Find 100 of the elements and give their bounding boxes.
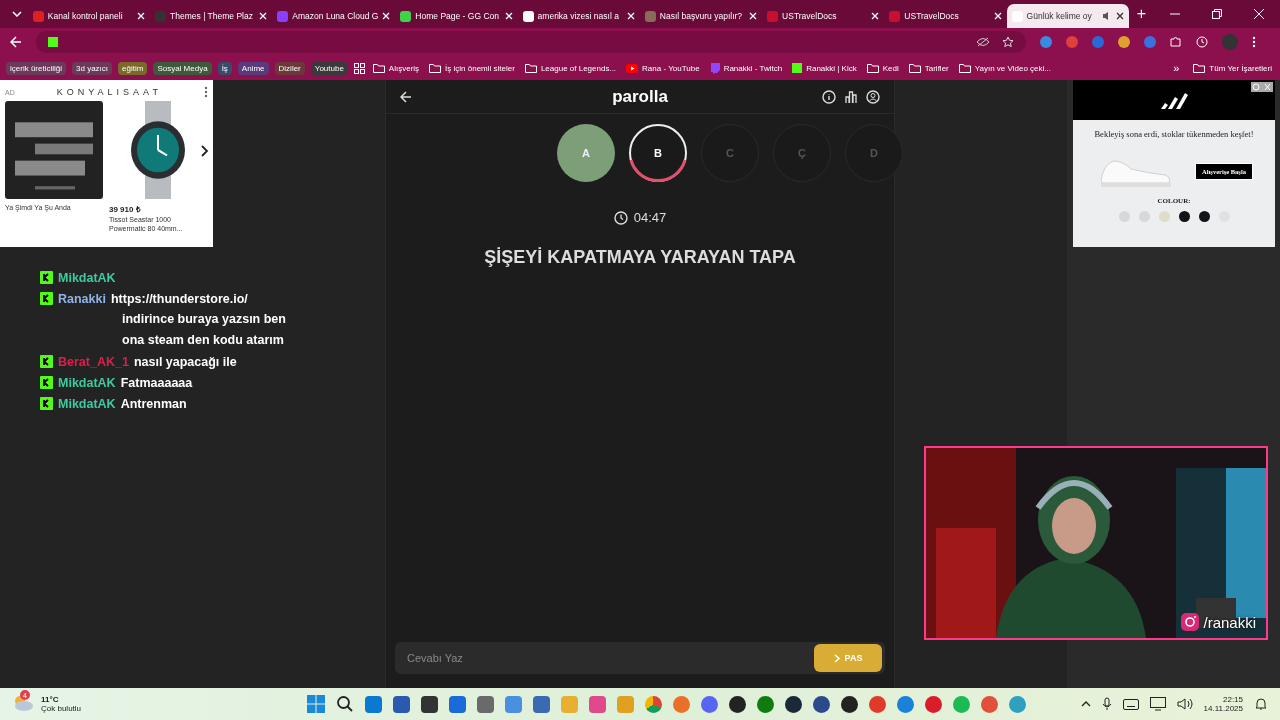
chat-message: indirince buraya yazsın ben xyxy=(122,311,287,328)
app-icon[interactable] xyxy=(728,695,746,713)
extension-icon[interactable] xyxy=(1040,36,1052,48)
extension-icon[interactable] xyxy=(1118,36,1130,48)
play-icon xyxy=(626,63,639,73)
badge-icon xyxy=(40,271,53,284)
history-icon[interactable] xyxy=(1196,36,1208,48)
back-icon[interactable] xyxy=(400,90,412,103)
bookmark-chip[interactable]: İş xyxy=(217,61,232,75)
letter-circle: B xyxy=(629,124,687,182)
bookmark[interactable]: League of Legends... xyxy=(522,63,619,73)
menu-icon[interactable] xyxy=(1252,36,1256,48)
site-icon xyxy=(400,10,412,22)
info-icon[interactable] xyxy=(822,89,836,104)
site-icon xyxy=(155,10,167,22)
site-icon xyxy=(277,10,289,22)
chat-username: MikdatAK xyxy=(58,270,116,285)
close-icon[interactable] xyxy=(1115,12,1124,20)
browser-tab[interactable]: Amazon Luna Cloud G xyxy=(272,4,396,28)
windows-logo-icon[interactable] xyxy=(306,695,325,713)
letter-circle: D xyxy=(845,124,903,182)
chat-message: https://thunderstore.io/ xyxy=(110,291,248,306)
speech-bubble-icon xyxy=(709,62,720,74)
apps-grid-icon[interactable] xyxy=(353,62,365,74)
weather-icon[interactable] xyxy=(12,694,34,712)
browser-tab[interactable]: Günlük kelime oy xyxy=(1006,4,1129,28)
colour-swatch[interactable] xyxy=(1158,211,1170,222)
bookmark[interactable]: Yayın ve Video çeki... xyxy=(956,63,1053,73)
more-icon[interactable] xyxy=(204,86,208,98)
bookmark-chip[interactable]: Anime xyxy=(237,61,269,75)
browser-tab[interactable]: Home Page - GG Con xyxy=(395,4,518,28)
letter-circle: Ç xyxy=(773,124,831,182)
browser-tab[interactable]: Kanal kontrol paneli xyxy=(27,4,151,28)
colour-swatch[interactable] xyxy=(1178,211,1190,222)
question-text: ŞİŞEYİ KAPATMAYA YARAYAN TAPA xyxy=(484,247,796,268)
app-icon[interactable] xyxy=(840,695,858,713)
bookmark[interactable]: Ranakki | Kick xyxy=(790,63,859,73)
bookmark-chip[interactable]: Diziler xyxy=(274,61,305,75)
bookmark-chip[interactable]: Youtube xyxy=(310,61,348,75)
bookmark[interactable]: Alışveriş xyxy=(370,63,422,73)
user-icon[interactable] xyxy=(866,89,880,104)
microphone-icon[interactable] xyxy=(1101,697,1112,711)
browser-tab[interactable]: Nasıl başvuru yapılır? xyxy=(639,4,763,28)
timer-text: 04:47 xyxy=(633,210,667,225)
bell-icon[interactable] xyxy=(1254,697,1268,711)
eye-off-icon[interactable] xyxy=(976,37,990,47)
chevron-icon xyxy=(833,653,841,663)
keyboard-icon[interactable] xyxy=(1122,698,1139,710)
social-handle: /ranakki xyxy=(1203,613,1256,631)
star-icon[interactable] xyxy=(1002,36,1014,48)
site-icon xyxy=(767,10,779,22)
all-bookmarks-folder[interactable]: Tüm Yer İşaretleri xyxy=(1191,63,1274,73)
bookmark[interactable]: Rana - YouTube xyxy=(624,63,702,73)
site-icon xyxy=(522,10,534,22)
badge-icon xyxy=(40,292,53,305)
letter-circle: C xyxy=(701,124,759,182)
site-icon xyxy=(889,10,901,22)
folder-icon xyxy=(429,63,442,73)
letter-circle: A xyxy=(557,124,615,182)
app-title: parolla xyxy=(612,86,668,107)
chat-message: Fatmaaaaaa xyxy=(120,375,193,390)
restore-icon[interactable] xyxy=(1212,9,1223,19)
chat-username: Berat_AK_1 xyxy=(58,354,129,369)
browser-tab[interactable]: USTravelDocs xyxy=(884,4,1007,28)
caret-icon[interactable] xyxy=(1080,701,1091,707)
clock[interactable]: 22:15 14.11.2025 xyxy=(1203,695,1243,713)
more-bookmarks-button[interactable]: » xyxy=(1167,62,1186,74)
folder-icon xyxy=(958,63,971,73)
speaker-icon[interactable] xyxy=(1176,697,1193,711)
chat-username: MikdatAK xyxy=(58,375,116,390)
bookmark-chip[interactable]: eğitim xyxy=(118,61,148,75)
chat-username: Ranakki xyxy=(58,291,106,306)
bookmark[interactable]: Tarifler xyxy=(906,63,951,73)
bookmark-chip[interactable]: Sosyal Medya xyxy=(153,61,212,75)
bookmark-chip[interactable]: içerik üreticiliği xyxy=(6,61,66,75)
ad-headline: Bekleyiş sona erdi, stoklar tükenmeden keşfet! xyxy=(1094,129,1254,139)
bookmark[interactable]: İş için önemli siteler xyxy=(427,63,517,73)
bookmark[interactable]: Ranakki - Twitch xyxy=(707,62,785,74)
kick-icon xyxy=(48,37,58,47)
product-price: 39 910 ₺ xyxy=(109,204,142,214)
clock-icon xyxy=(613,210,628,225)
badge-icon xyxy=(40,355,53,368)
bookmark-chip[interactable]: 3d yazıcı xyxy=(72,61,113,75)
app-icon[interactable] xyxy=(420,695,438,713)
app-icon[interactable] xyxy=(784,695,802,713)
search-icon[interactable] xyxy=(335,695,354,713)
chat-message: Antrenman xyxy=(120,396,187,411)
browser-tab[interactable]: amerika vizesi nasıl a xyxy=(517,4,640,28)
browser-tab[interactable]: USTravelDocs xyxy=(762,4,885,28)
puzzle-icon[interactable] xyxy=(1170,36,1182,48)
monitor-icon[interactable] xyxy=(1149,697,1166,711)
colour-swatch[interactable] xyxy=(1198,211,1210,222)
bookmark[interactable]: Kedi xyxy=(864,63,901,73)
stripes-logo-icon xyxy=(1159,91,1189,109)
weather-condition: Çok bulutlu xyxy=(41,704,82,713)
bar-chart-icon[interactable] xyxy=(844,89,858,104)
browser-tab[interactable]: Themes | Theme Plaz xyxy=(150,4,273,28)
new-tab-button[interactable]: + xyxy=(1128,5,1155,23)
app-icon[interactable] xyxy=(812,695,830,713)
temperature: 11°C xyxy=(41,695,60,704)
